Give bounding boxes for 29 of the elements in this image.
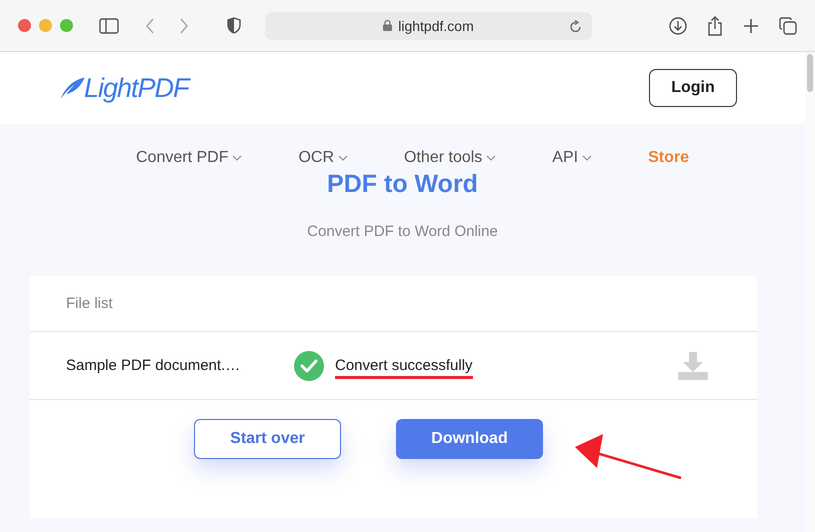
status-text: Convert successfully bbox=[335, 357, 473, 379]
new-tab-icon[interactable] bbox=[743, 18, 759, 34]
nav-link[interactable]: Convert PDF bbox=[136, 149, 242, 167]
lock-icon bbox=[383, 20, 392, 31]
reload-icon[interactable] bbox=[570, 20, 582, 32]
caret-icon bbox=[338, 155, 348, 161]
address-bar[interactable]: lightpdf.com bbox=[265, 12, 592, 40]
download-icon[interactable] bbox=[669, 16, 687, 34]
caret-icon bbox=[232, 155, 242, 161]
start-over-button[interactable]: Start over bbox=[194, 419, 341, 459]
nav-link[interactable]: API bbox=[552, 149, 592, 167]
page-subtitle: Convert PDF to Word Online bbox=[307, 223, 498, 240]
caret-icon bbox=[486, 155, 496, 161]
login-button[interactable]: Login bbox=[649, 69, 737, 107]
download-button[interactable]: Download bbox=[396, 419, 543, 459]
url-text: lightpdf.com bbox=[398, 18, 474, 34]
sidebar-icon[interactable] bbox=[99, 18, 119, 34]
caret-icon bbox=[582, 155, 592, 161]
share-icon[interactable] bbox=[707, 16, 723, 36]
file-name: Sample PDF document.… bbox=[66, 357, 242, 374]
nav-link[interactable]: OCR bbox=[298, 149, 348, 167]
shield-icon[interactable] bbox=[227, 17, 241, 34]
logo-text[interactable]: LightPDF bbox=[84, 72, 189, 104]
tabs-overview-icon[interactable] bbox=[779, 16, 797, 34]
file-list-heading: File list bbox=[66, 295, 113, 312]
close-window-button[interactable] bbox=[18, 19, 31, 32]
scrollbar-thumb[interactable] bbox=[807, 54, 813, 92]
page-title: PDF to Word bbox=[327, 170, 478, 199]
nav-link[interactable]: Other tools bbox=[404, 149, 496, 167]
